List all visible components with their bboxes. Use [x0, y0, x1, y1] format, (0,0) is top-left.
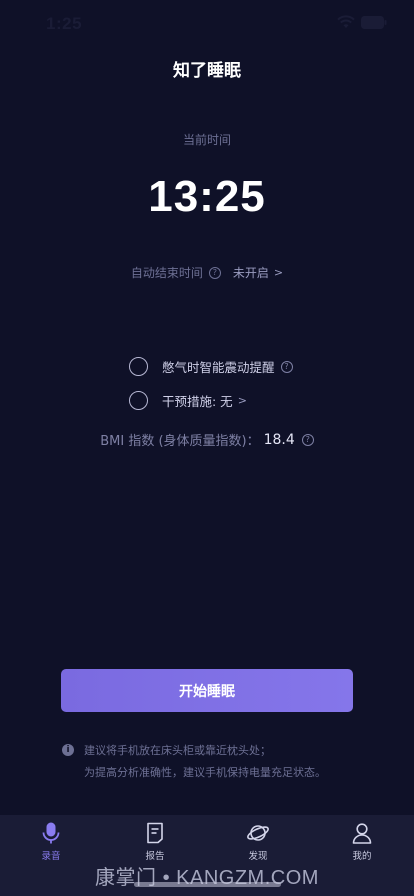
- planet-icon: [247, 825, 269, 841]
- tab-profile[interactable]: 我的: [332, 821, 392, 865]
- wifi-icon: [337, 15, 355, 28]
- tab-label: 报告: [145, 851, 165, 862]
- status-time: 1:25: [46, 14, 83, 33]
- tab-record[interactable]: 录音: [21, 821, 81, 865]
- auto-end-row: 自动结束时间 ? 未开启 >: [0, 264, 414, 281]
- radio-button[interactable]: [129, 391, 148, 410]
- current-time-value: 13:25: [148, 172, 266, 221]
- info-icon: i: [62, 744, 74, 756]
- option-intervention[interactable]: 干预措施: 无 >: [129, 391, 247, 410]
- tip-line-2: 为提高分析准确性，建议手机保持电量充足状态。: [84, 766, 326, 779]
- tab-discover[interactable]: 发现: [228, 821, 288, 865]
- page-title: 知了睡眠: [173, 61, 241, 81]
- tab-label: 我的: [352, 851, 372, 862]
- tab-report[interactable]: 报告: [125, 821, 185, 865]
- current-time-label: 当前时间: [182, 133, 231, 147]
- bmi-row: BMI 指数 (身体质量指数)： 18.4 ?: [0, 430, 414, 449]
- microphone-icon: [42, 822, 60, 844]
- option-label: 干预措施: 无: [162, 394, 233, 409]
- option-vibration-reminder[interactable]: 憋气时智能震动提醒 ?: [129, 357, 293, 376]
- auto-end-value: 未开启: [232, 266, 269, 280]
- tab-label: 发现: [248, 851, 268, 862]
- chevron-right-icon: >: [237, 394, 247, 407]
- radio-button[interactable]: [129, 357, 148, 376]
- auto-end-setting[interactable]: 未开启 >: [233, 264, 283, 281]
- auto-end-label: 自动结束时间: [130, 266, 203, 280]
- start-sleep-button[interactable]: 开始睡眠: [61, 669, 353, 712]
- person-icon: [352, 823, 372, 844]
- report-icon: [147, 822, 163, 844]
- bmi-label: BMI 指数 (身体质量指数)：: [100, 434, 260, 449]
- battery-icon: [361, 16, 387, 29]
- bmi-value: 18.4: [263, 431, 295, 448]
- tip-line-1: 建议将手机放在床头柜或靠近枕头处；: [84, 744, 271, 757]
- chevron-right-icon: >: [273, 266, 284, 279]
- help-icon[interactable]: ?: [208, 266, 221, 279]
- tab-label: 录音: [41, 851, 61, 862]
- home-indicator: [134, 882, 281, 887]
- option-label: 憋气时智能震动提醒: [162, 360, 275, 375]
- help-icon[interactable]: ?: [301, 433, 314, 446]
- status-bar: 1:25: [0, 0, 414, 46]
- help-icon[interactable]: ?: [280, 360, 293, 373]
